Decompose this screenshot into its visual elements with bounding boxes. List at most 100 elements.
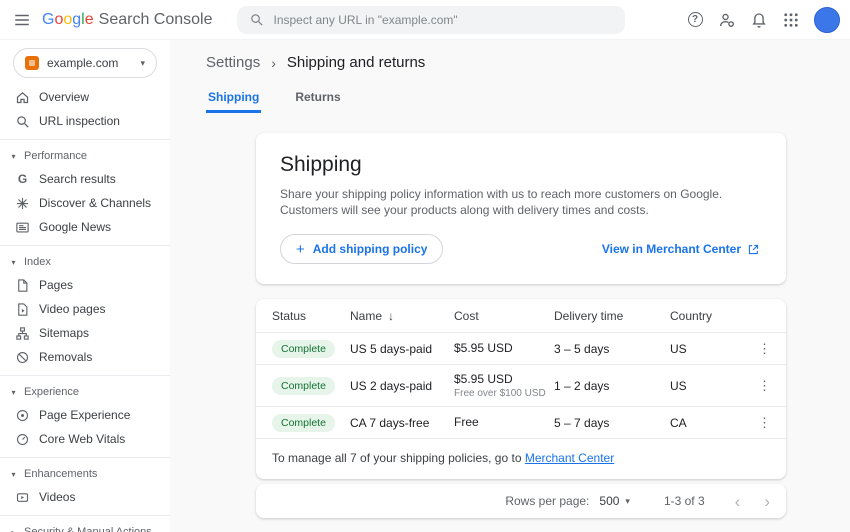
rows-per-page-label: Rows per page: — [505, 494, 589, 508]
divider — [0, 245, 170, 246]
app-logo[interactable]: Google Search Console — [42, 11, 212, 29]
breadcrumb-settings[interactable]: Settings — [206, 54, 260, 71]
policy-cost-cell: Free — [454, 415, 554, 431]
table-row[interactable]: Complete US 5 days-paid $5.95 USD 3 – 5 … — [256, 333, 786, 365]
row-menu-button[interactable]: ⋮ — [751, 413, 778, 433]
previous-page-button[interactable]: ‹ — [733, 493, 743, 510]
column-header-country: Country — [670, 309, 748, 323]
notifications-button[interactable] — [743, 4, 775, 36]
external-link-icon — [747, 243, 760, 256]
row-menu-button[interactable]: ⋮ — [751, 339, 778, 359]
chevron-down-icon: ▾ — [140, 58, 145, 69]
column-header-name[interactable]: Name ↓ — [350, 309, 454, 323]
sidebar-item-page-experience[interactable]: Page Experience — [0, 403, 170, 427]
sidebar-item-label: Overview — [39, 90, 89, 104]
sidebar-item-pages[interactable]: Pages — [0, 273, 170, 297]
policy-cost-note: Free over $100 USD — [454, 388, 554, 399]
policy-name: US 2 days-paid — [350, 379, 454, 393]
videos-icon — [15, 490, 30, 505]
sidebar-section-performance[interactable]: ▾ Performance — [0, 145, 170, 167]
help-button[interactable]: ? — [679, 4, 711, 36]
main-menu-button[interactable] — [6, 4, 38, 36]
sidebar-item-sitemaps[interactable]: Sitemaps — [0, 321, 170, 345]
sidebar-section-experience[interactable]: ▾ Experience — [0, 381, 170, 403]
section-label: Index — [24, 256, 51, 268]
view-in-merchant-center-link[interactable]: View in Merchant Center — [602, 242, 760, 256]
apps-grid-icon — [782, 11, 800, 29]
shipping-policies-table: Status Name↓ Cost Delivery time Country … — [256, 299, 786, 479]
sidebar-item-label: Videos — [39, 490, 75, 504]
merchant-center-link[interactable]: Merchant Center — [525, 451, 614, 465]
row-menu-cell: ⋮ — [748, 339, 778, 359]
chevron-down-icon: ▾ — [9, 470, 18, 479]
section-label: Experience — [24, 386, 79, 398]
sidebar: example.com ▾ Overview URL inspection ▾ … — [0, 40, 170, 532]
sidebar-item-removals[interactable]: Removals — [0, 345, 170, 369]
chevron-down-icon: ▾ — [9, 152, 18, 161]
sidebar-section-enhancements[interactable]: ▾ Enhancements — [0, 463, 170, 485]
policy-cost: $5.95 USD — [454, 341, 554, 355]
logo-letter: o — [63, 11, 72, 29]
product-name: Search Console — [99, 11, 213, 29]
sidebar-item-core-web-vitals[interactable]: Core Web Vitals — [0, 427, 170, 451]
sidebar-item-label: Page Experience — [39, 408, 130, 422]
row-menu-cell: ⋮ — [748, 376, 778, 396]
table-row[interactable]: Complete CA 7 days-free Free 5 – 7 days … — [256, 407, 786, 439]
description-line: Share your shipping policy information w… — [280, 186, 762, 202]
url-inspection-searchbar[interactable] — [237, 6, 625, 34]
top-app-bar: Google Search Console ? — [0, 0, 850, 40]
rows-per-page-select[interactable]: 500 ▾ — [599, 494, 630, 508]
sidebar-item-label: URL inspection — [39, 114, 120, 128]
removals-icon — [15, 350, 30, 365]
divider — [0, 375, 170, 376]
tab-returns[interactable]: Returns — [293, 86, 342, 113]
table-footer-note: To manage all 7 of your shipping policie… — [256, 439, 786, 478]
table-row[interactable]: Complete US 2 days-paid $5.95 USD Free o… — [256, 365, 786, 407]
sidebar-item-label: Removals — [39, 350, 92, 364]
sidebar-item-url-inspection[interactable]: URL inspection — [0, 109, 170, 133]
sidebar-item-label: Video pages — [39, 302, 106, 316]
add-shipping-policy-button[interactable]: + Add shipping policy — [280, 234, 443, 264]
sidebar-item-video-pages[interactable]: Video pages — [0, 297, 170, 321]
shipping-description: Share your shipping policy information w… — [280, 186, 762, 218]
sidebar-item-google-news[interactable]: Google News — [0, 215, 170, 239]
sidebar-section-index[interactable]: ▾ Index — [0, 251, 170, 273]
divider — [0, 139, 170, 140]
sort-desc-icon[interactable]: ↓ — [388, 309, 394, 323]
logo-letter: e — [85, 11, 94, 29]
user-settings-button[interactable] — [711, 4, 743, 36]
url-inspection-input[interactable] — [273, 13, 613, 27]
sidebar-item-label: Discover & Channels — [39, 196, 151, 210]
account-avatar[interactable] — [814, 7, 840, 33]
tab-bar: Shipping Returns — [206, 86, 850, 113]
status-cell: Complete — [272, 377, 350, 395]
policy-name: US 5 days-paid — [350, 342, 454, 356]
sidebar-item-label: Sitemaps — [39, 326, 89, 340]
tab-shipping[interactable]: Shipping — [206, 86, 261, 113]
row-menu-button[interactable]: ⋮ — [751, 376, 778, 396]
chevron-down-icon: ▾ — [9, 388, 18, 397]
sidebar-item-label: Core Web Vitals — [39, 432, 125, 446]
sidebar-section-security[interactable]: ▸ Security & Manual Actions — [0, 521, 170, 532]
apps-button[interactable] — [775, 4, 807, 36]
shipping-info-card: Shipping Share your shipping policy info… — [256, 133, 786, 284]
column-header-label: Name — [350, 309, 382, 323]
logo-letter: g — [72, 11, 81, 29]
sidebar-item-videos[interactable]: Videos — [0, 485, 170, 509]
section-label: Security & Manual Actions — [24, 526, 152, 532]
policy-cost: Free — [454, 415, 554, 429]
status-cell: Complete — [272, 340, 350, 358]
status-cell: Complete — [272, 414, 350, 432]
policy-country: CA — [670, 416, 748, 430]
next-page-button[interactable]: › — [762, 493, 772, 510]
news-icon — [15, 220, 30, 235]
add-shipping-policy-label: Add shipping policy — [313, 242, 428, 256]
sidebar-item-overview[interactable]: Overview — [0, 85, 170, 109]
sidebar-item-search-results[interactable]: G Search results — [0, 167, 170, 191]
user-settings-icon — [718, 11, 736, 29]
help-icon: ? — [688, 12, 703, 27]
property-selector[interactable]: example.com ▾ — [13, 48, 157, 78]
sidebar-item-discover[interactable]: Discover & Channels — [0, 191, 170, 215]
video-page-icon — [15, 302, 30, 317]
sitemap-icon — [15, 326, 30, 341]
